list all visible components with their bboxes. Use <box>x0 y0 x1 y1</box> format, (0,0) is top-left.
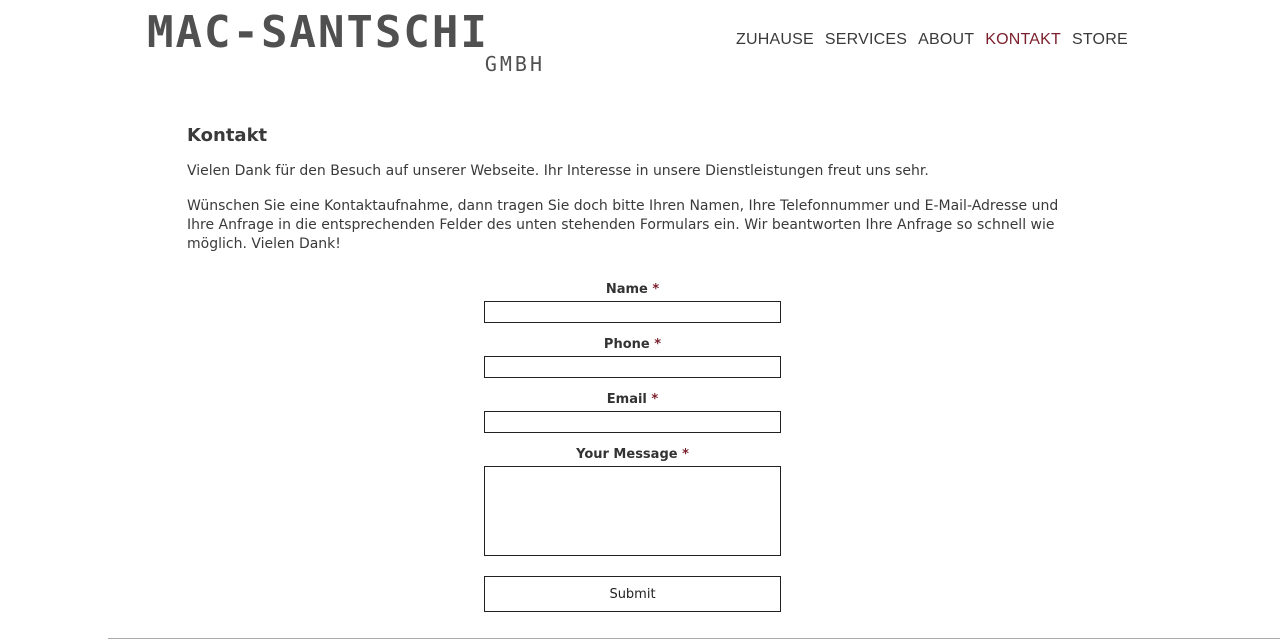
page-title: Kontakt <box>187 125 268 146</box>
nav-item-zuhause[interactable]: ZUHAUSE <box>736 30 814 50</box>
contact-form: Name * Phone * Email * Your Message * <box>484 282 781 556</box>
logo-wordmark: MAC-SANTSCHI <box>147 7 489 58</box>
nav-item-kontakt[interactable]: KONTAKT <box>985 30 1061 50</box>
site-logo[interactable]: MAC-SANTSCHI GMBH <box>147 7 547 76</box>
main-navigation: ZUHAUSE SERVICES ABOUT KONTAKT STORE <box>736 30 1128 50</box>
nav-item-about[interactable]: ABOUT <box>918 30 974 50</box>
main-content: Kontakt Vielen Dank für den Besuch auf u… <box>187 124 1087 270</box>
message-label: Your Message * <box>576 447 689 462</box>
footer-divider <box>108 638 1280 639</box>
name-label: Name * <box>605 282 660 297</box>
message-textarea[interactable] <box>484 466 781 556</box>
instructions-paragraph: Wünschen Sie eine Kontaktaufnahme, dann … <box>187 198 1059 252</box>
required-marker: * <box>682 447 689 462</box>
required-marker: * <box>652 282 660 297</box>
phone-label: Phone * <box>603 337 662 352</box>
email-label: Email * <box>606 392 659 407</box>
required-marker: * <box>651 392 659 407</box>
email-input[interactable] <box>484 411 781 433</box>
submit-button[interactable]: Submit <box>484 576 781 612</box>
name-input[interactable] <box>484 301 781 323</box>
nav-item-store[interactable]: STORE <box>1072 30 1128 50</box>
nav-item-services[interactable]: SERVICES <box>825 30 907 50</box>
intro-paragraph: Vielen Dank für den Besuch auf unserer W… <box>187 163 929 179</box>
required-marker: * <box>654 337 662 352</box>
phone-input[interactable] <box>484 356 781 378</box>
logo-subtitle: GMBH <box>484 52 545 76</box>
